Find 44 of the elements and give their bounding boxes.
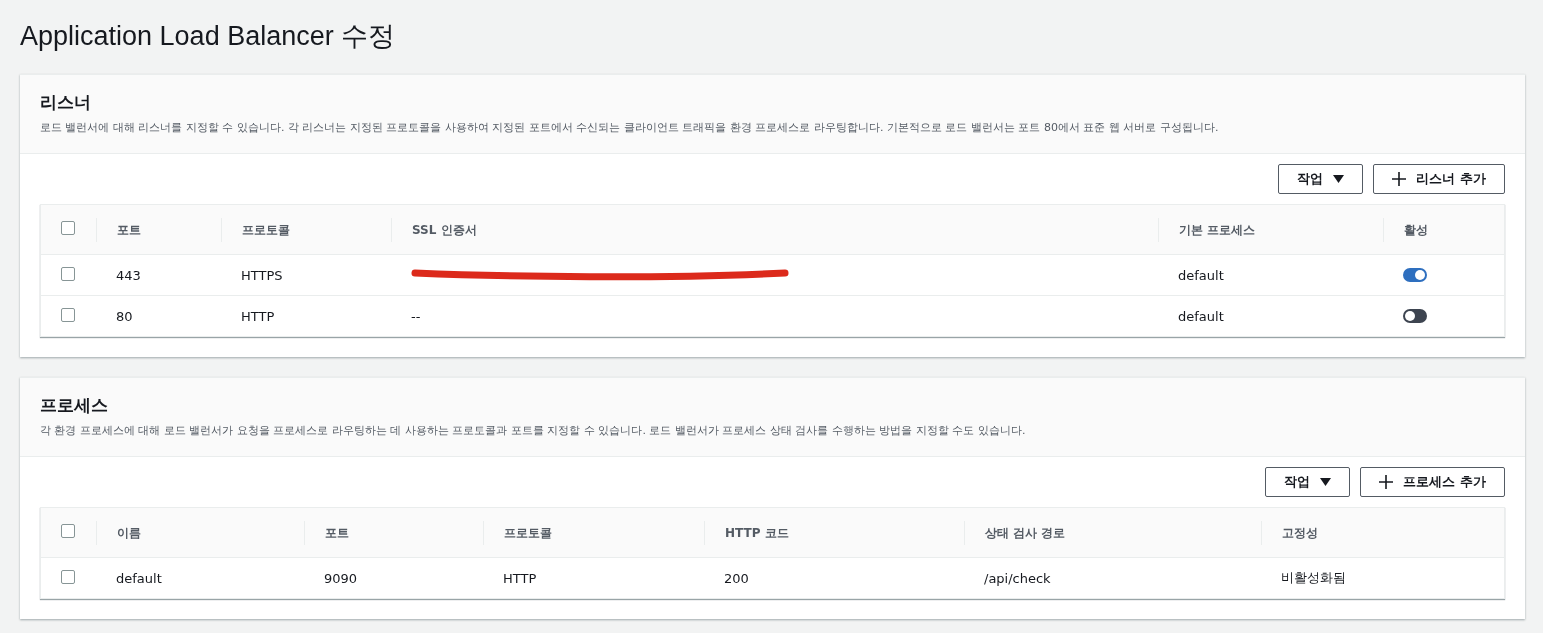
section-description: 각 환경 프로세스에 대해 로드 밸런서가 요청을 프로세스로 라우팅하는 데 사용하는 프로토콜과 포트를 지정할 수 있습니다. 로드 밸런서가 프로세스 상태 검사를 수행하는 방법을 지정할 수도 있습니다. xyxy=(40,423,1027,438)
actions-button[interactable]: 작업 xyxy=(1265,467,1351,497)
section-description: 로드 밸런서에 대해 리스너를 지정할 수 있습니다. 각 리스너는 지정된 프로토콜을 사용하여 지정된 포트에서 수신되는 클라이언트 트래픽을 환경 프로세스로 라우팅합니다. 기본적으로 로드 밸런서는 포트 80에서 표준 웹 서버로 구성됩니다. xyxy=(40,120,1220,135)
table-cell-text: default xyxy=(115,570,163,586)
column-header: 이름 xyxy=(96,520,304,545)
section-title: 리스너 xyxy=(40,91,92,114)
table-cell-text: 비활성화됨 xyxy=(1280,569,1347,587)
column-header: 프로토콜 xyxy=(483,520,704,545)
table-cell-text: 200 xyxy=(723,570,750,586)
table-cell-text: default xyxy=(1177,267,1225,283)
column-header: 기본 프로세스 xyxy=(1158,217,1383,242)
select-all-checkbox[interactable] xyxy=(61,524,75,538)
table-cell-text: HTTP xyxy=(502,570,538,586)
table-cell-text: HTTP xyxy=(240,308,276,324)
table-cell-text: /api/check xyxy=(983,570,1052,586)
section-title: 프로세스 xyxy=(40,394,109,417)
row-checkbox[interactable] xyxy=(61,266,75,281)
toggle-switch[interactable] xyxy=(1403,309,1427,323)
plus-icon xyxy=(1379,475,1394,489)
column-header: 활성 xyxy=(1383,217,1504,242)
add-button[interactable]: 리스너 추가 xyxy=(1373,164,1505,194)
caret-icon xyxy=(1320,478,1332,486)
column-header: 포트 xyxy=(304,520,483,545)
table-cell-text: 9090 xyxy=(323,570,359,586)
plus-icon xyxy=(1392,172,1407,186)
toggle-switch[interactable] xyxy=(1403,268,1427,282)
table-cell-text: default xyxy=(1177,308,1225,324)
table-cell-text: -- xyxy=(410,308,422,324)
column-header: 상태 검사 경로 xyxy=(964,520,1261,545)
add-button[interactable]: 프로세스 추가 xyxy=(1360,467,1505,497)
table-cell-text: HTTPS xyxy=(240,267,284,283)
caret-icon xyxy=(1333,175,1345,183)
page-title: Application Load Balancer 수정 xyxy=(20,20,397,53)
column-header: SSL 인증서 xyxy=(391,217,1158,242)
actions-button[interactable]: 작업 xyxy=(1278,164,1364,194)
table-cell-text: 443 xyxy=(115,267,142,283)
column-header: HTTP 코드 xyxy=(704,520,964,545)
table-cell-text: 80 xyxy=(115,308,134,324)
column-header: 고정성 xyxy=(1261,520,1504,545)
column-header: 포트 xyxy=(96,217,221,242)
row-checkbox[interactable] xyxy=(61,569,75,584)
column-header: 프로토콜 xyxy=(221,217,391,242)
select-all-checkbox[interactable] xyxy=(61,221,75,235)
row-checkbox[interactable] xyxy=(61,307,75,322)
